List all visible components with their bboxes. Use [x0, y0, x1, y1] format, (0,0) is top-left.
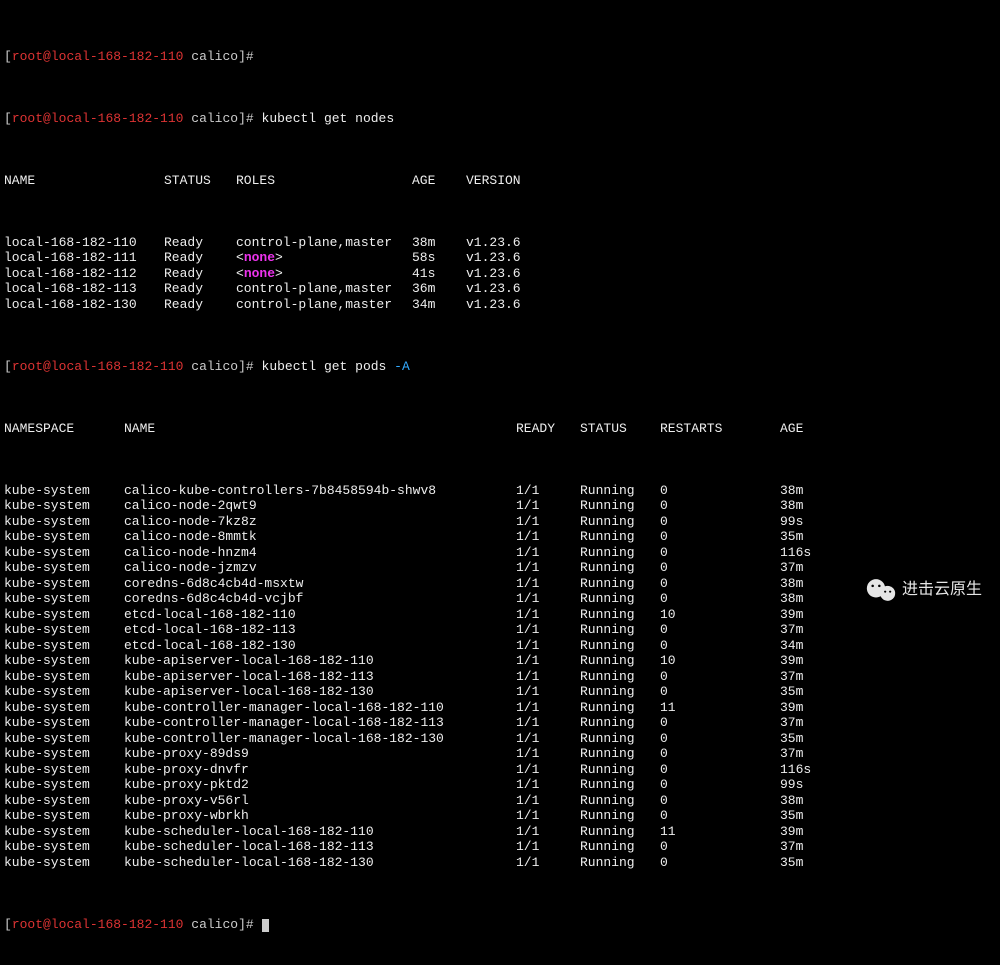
watermark: 进击云原生 — [866, 577, 982, 603]
pod-row: kube-systemetcd-local-168-182-1101/1Runn… — [4, 607, 996, 623]
pod-row: kube-systemkube-proxy-pktd21/1Running099… — [4, 777, 996, 793]
pod-row: kube-systemcalico-node-hnzm41/1Running01… — [4, 545, 996, 561]
prompt-line-empty: [root@local-168-182-110 calico]# — [4, 49, 996, 65]
node-row: local-168-182-113Readycontrol-plane,mast… — [4, 281, 996, 297]
prompt-line-cmd1: [root@local-168-182-110 calico]# kubectl… — [4, 111, 996, 127]
pod-row: kube-systemetcd-local-168-182-1131/1Runn… — [4, 622, 996, 638]
node-row: local-168-182-110Readycontrol-plane,mast… — [4, 235, 996, 251]
pod-row: kube-systemkube-scheduler-local-168-182-… — [4, 824, 996, 840]
nodes-header: NAMESTATUSROLESAGEVERSION — [4, 173, 996, 189]
pod-row: kube-systemkube-apiserver-local-168-182-… — [4, 669, 996, 685]
cursor-icon — [262, 919, 269, 932]
pod-row: kube-systemcalico-node-2qwt91/1Running03… — [4, 498, 996, 514]
pod-row: kube-systemcalico-node-jzmzv1/1Running03… — [4, 560, 996, 576]
pod-row: kube-systemkube-controller-manager-local… — [4, 700, 996, 716]
pods-header: NAMESPACENAMEREADYSTATUSRESTARTSAGE — [4, 421, 996, 437]
pod-row: kube-systemkube-proxy-v56rl1/1Running038… — [4, 793, 996, 809]
cmd-get-nodes: kubectl get nodes — [262, 111, 395, 126]
prompt-line-idle[interactable]: [root@local-168-182-110 calico]# — [4, 917, 996, 933]
pod-row: kube-systemkube-proxy-89ds91/1Running037… — [4, 746, 996, 762]
pod-row: kube-systemcalico-node-8mmtk1/1Running03… — [4, 529, 996, 545]
pod-row: kube-systemcalico-node-7kz8z1/1Running09… — [4, 514, 996, 530]
pod-row: kube-systemkube-apiserver-local-168-182-… — [4, 684, 996, 700]
pod-row: kube-systemkube-apiserver-local-168-182-… — [4, 653, 996, 669]
pod-row: kube-systemcalico-kube-controllers-7b845… — [4, 483, 996, 499]
pod-row: kube-systemkube-proxy-wbrkh1/1Running035… — [4, 808, 996, 824]
cmd-get-pods: kubectl get pods — [262, 359, 395, 374]
watermark-text: 进击云原生 — [902, 582, 982, 598]
pod-row: kube-systemkube-controller-manager-local… — [4, 731, 996, 747]
node-row: local-168-182-130Readycontrol-plane,mast… — [4, 297, 996, 313]
pod-row: kube-systemcoredns-6d8c4cb4d-msxtw1/1Run… — [4, 576, 996, 592]
node-row: local-168-182-112Ready<none>41sv1.23.6 — [4, 266, 996, 282]
pod-row: kube-systemkube-proxy-dnvfr1/1Running011… — [4, 762, 996, 778]
pod-row: kube-systemkube-controller-manager-local… — [4, 715, 996, 731]
wechat-icon — [866, 577, 896, 603]
cmd-flag: -A — [394, 359, 410, 374]
pod-row: kube-systemcoredns-6d8c4cb4d-vcjbf1/1Run… — [4, 591, 996, 607]
pod-row: kube-systemkube-scheduler-local-168-182-… — [4, 855, 996, 871]
terminal-output[interactable]: [root@local-168-182-110 calico]# [root@l… — [0, 0, 1000, 965]
pod-row: kube-systemkube-scheduler-local-168-182-… — [4, 839, 996, 855]
pod-row: kube-systemetcd-local-168-182-1301/1Runn… — [4, 638, 996, 654]
node-row: local-168-182-111Ready<none>58sv1.23.6 — [4, 250, 996, 266]
prompt-line-cmd2: [root@local-168-182-110 calico]# kubectl… — [4, 359, 996, 375]
